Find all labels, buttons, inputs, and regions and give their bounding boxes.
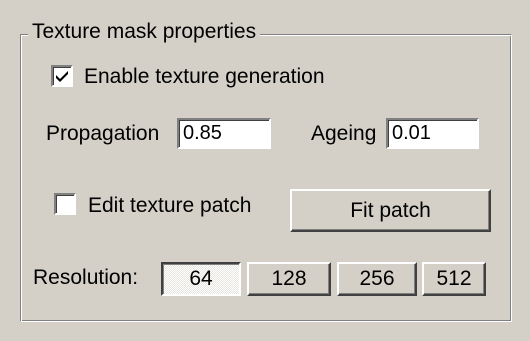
fit-patch-button[interactable]: Fit patch (290, 189, 491, 232)
checkmark-icon (56, 71, 68, 82)
enable-texture-checkbox[interactable] (51, 65, 73, 87)
resolution-128-button[interactable]: 128 (247, 262, 331, 296)
group-title: Texture mask properties (28, 17, 261, 47)
enable-texture-label[interactable]: Enable texture generation (84, 62, 325, 92)
edit-patch-label[interactable]: Edit texture patch (88, 191, 251, 221)
propagation-label: Propagation (46, 122, 160, 145)
ageing-field[interactable]: 0.01 (386, 118, 479, 149)
resolution-label: Resolution: (33, 266, 139, 289)
ageing-label: Ageing (311, 122, 377, 145)
texture-mask-panel: Texture mask properties Enable texture g… (0, 0, 530, 341)
propagation-field[interactable]: 0.85 (177, 118, 271, 149)
resolution-256-button[interactable]: 256 (337, 262, 417, 296)
resolution-512-button[interactable]: 512 (422, 262, 486, 296)
edit-patch-checkbox[interactable] (54, 193, 76, 215)
resolution-64-button[interactable]: 64 (161, 262, 241, 296)
